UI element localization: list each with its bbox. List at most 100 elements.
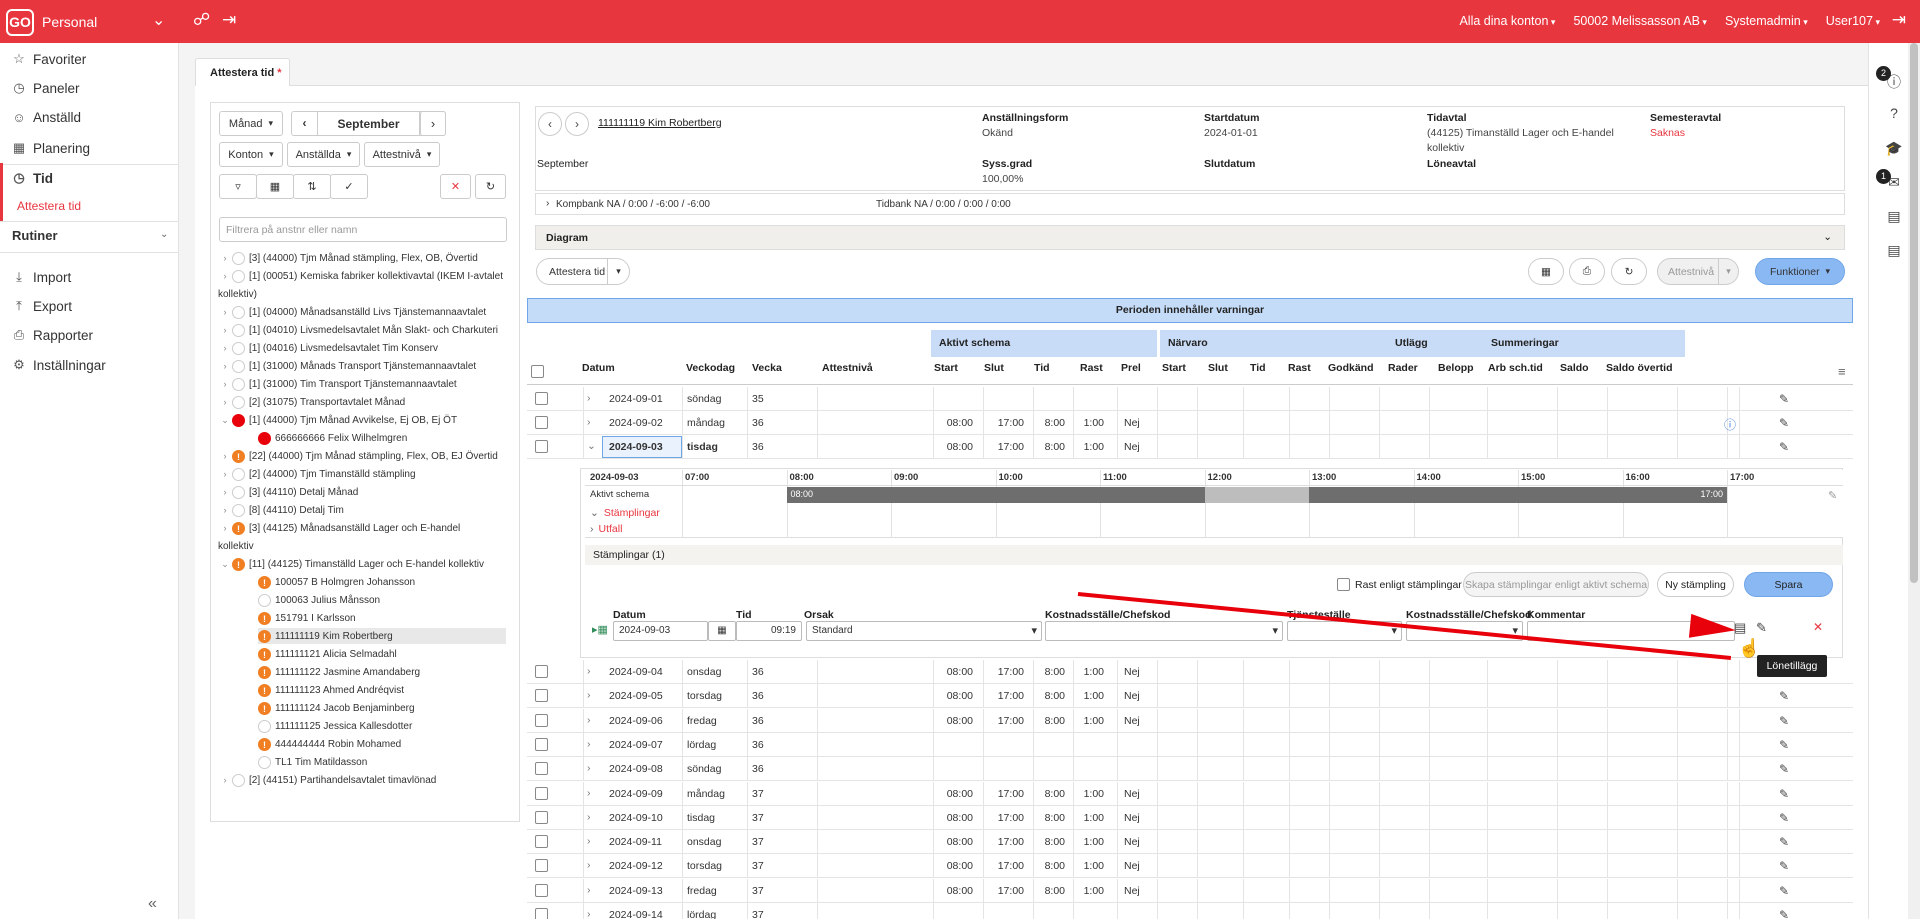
- sidebar-item-anstalld[interactable]: ☺ Anställd: [12, 110, 81, 125]
- row-checkbox[interactable]: [535, 392, 548, 405]
- tree-item[interactable]: › [1] (04000) Månadsanställd Livs Tjänste…: [218, 304, 486, 320]
- column-header[interactable]: Arb sch.tid: [1488, 362, 1543, 384]
- row-checkbox[interactable]: [535, 689, 548, 703]
- lifebuoy-icon[interactable]: ☍: [193, 10, 210, 30]
- stamp-time-input[interactable]: 09:19: [736, 621, 802, 641]
- diagram-bar[interactable]: Diagram ⌄: [535, 225, 1845, 250]
- konton-filter[interactable]: Konton: [219, 142, 283, 167]
- chevron-right-icon[interactable]: ›: [420, 111, 446, 136]
- tree-item[interactable]: › [2] (44000) Tjm Timanställd stämpling: [218, 466, 416, 482]
- tree-item[interactable]: ! 111111121 Alicia Selmadahl: [258, 646, 397, 662]
- chevron-right-icon[interactable]: ›: [587, 859, 591, 871]
- accounts-menu[interactable]: Alla dina konton: [1459, 14, 1555, 28]
- row-checkbox[interactable]: [535, 665, 548, 678]
- tree-item[interactable]: ! 111111119 Kim Robertberg: [258, 628, 506, 644]
- help-icon[interactable]: ?: [1884, 105, 1904, 125]
- employee-link[interactable]: 111111119 Kim Robertberg: [598, 117, 722, 129]
- kostnadsstalle-select[interactable]: [1045, 621, 1283, 641]
- sidebar-item-paneler[interactable]: ◷ Paneler: [12, 80, 79, 96]
- chevron-right-icon[interactable]: ›: [218, 775, 232, 785]
- user-menu[interactable]: User107: [1826, 14, 1880, 28]
- chevron-right-icon[interactable]: ›: [218, 523, 232, 533]
- column-header[interactable]: Godkänd: [1328, 362, 1374, 384]
- spara-button[interactable]: Spara: [1744, 572, 1833, 597]
- chevron-right-icon[interactable]: ›: [587, 738, 591, 750]
- logout-icon[interactable]: ⇥: [1892, 10, 1906, 30]
- filter-icon[interactable]: ▿: [219, 174, 257, 199]
- row-checkbox[interactable]: [535, 416, 548, 429]
- chevron-right-icon[interactable]: ›: [587, 762, 591, 774]
- info-icon[interactable]: ⓘ: [1724, 416, 1736, 433]
- document-icon[interactable]: ▤: [1884, 208, 1904, 228]
- clear-icon[interactable]: ✕: [440, 174, 471, 199]
- tree-item[interactable]: › [8] (44110) Detalj Tim: [218, 502, 344, 518]
- check-circle-icon[interactable]: ✓: [330, 174, 368, 199]
- sign-out-icon[interactable]: ⇥: [222, 10, 236, 30]
- row-checkbox[interactable]: [535, 883, 548, 897]
- edit-pencil-icon[interactable]: ✎: [1779, 859, 1789, 873]
- previous-employee-icon[interactable]: ‹: [538, 112, 562, 136]
- ny-stampling-button[interactable]: Ny stämpling: [1657, 572, 1734, 597]
- print-icon[interactable]: ⎙: [1569, 258, 1605, 285]
- column-header[interactable]: Rader: [1388, 362, 1418, 384]
- tree-item[interactable]: ›! [3] (44125) Månadsanställd Lager och E…: [218, 520, 460, 536]
- row-checkbox[interactable]: [535, 786, 548, 800]
- chevron-down-icon[interactable]: ▾: [1718, 259, 1738, 284]
- chevron-right-icon[interactable]: ›: [587, 908, 591, 919]
- table-row[interactable]: › 2024-09-01 söndag 35 ✎: [527, 387, 1853, 411]
- chevron-right-icon[interactable]: ›: [218, 397, 232, 407]
- sidebar-item-import[interactable]: ⤓ Import: [12, 269, 71, 285]
- table-row[interactable]: › 2024-09-06 fredag 36 08:00 17:00 8:00 1:00 Nej…: [527, 708, 1853, 733]
- tree-item[interactable]: › [1] (04010) Livsmedelsavtalet Mån Slakt…: [218, 322, 498, 338]
- calendar-icon[interactable]: ▦: [1528, 258, 1564, 285]
- orsak-select[interactable]: Standard: [806, 621, 1042, 641]
- chevron-down-icon[interactable]: ⌄: [218, 559, 232, 570]
- stamp-date-input[interactable]: 2024-09-03: [613, 621, 708, 641]
- edit-pencil-icon[interactable]: ✎: [1779, 689, 1789, 703]
- table-row[interactable]: › 2024-09-14 lördag 37 ✎: [527, 903, 1853, 919]
- refresh-icon[interactable]: ↻: [475, 174, 506, 199]
- table-row[interactable]: › 2024-09-13 fredag 37 08:00 17:00 8:00 1:00 Nej…: [527, 878, 1853, 903]
- row-checkbox[interactable]: [535, 737, 548, 751]
- refresh-icon[interactable]: ↻: [1611, 258, 1647, 285]
- edit-pencil-icon[interactable]: ✎: [1779, 908, 1789, 919]
- table-row[interactable]: › 2024-09-08 söndag 36 ✎: [527, 757, 1853, 782]
- chevron-down-icon[interactable]: ⌄: [218, 415, 232, 426]
- chevron-right-icon[interactable]: ›: [218, 505, 232, 515]
- sidebar-item-favoriter[interactable]: ☆ Favoriter: [12, 51, 86, 67]
- chevron-down-icon[interactable]: ⌄: [152, 10, 165, 30]
- chevron-right-icon[interactable]: ›: [587, 835, 591, 847]
- row-checkbox[interactable]: [535, 713, 548, 727]
- tab-attestera-tid[interactable]: Attestera tid *: [195, 58, 290, 86]
- edit-pencil-icon[interactable]: ✎: [1779, 835, 1789, 849]
- chevron-right-icon[interactable]: ›: [218, 379, 232, 389]
- chevron-right-icon[interactable]: ›: [218, 469, 232, 479]
- column-menu-icon[interactable]: ≡: [1838, 364, 1846, 379]
- report-icon[interactable]: ▤: [1884, 242, 1904, 262]
- sidebar-section-rutiner[interactable]: Rutiner: [12, 228, 58, 243]
- chevron-down-icon[interactable]: ⌄: [587, 440, 596, 452]
- tree-item[interactable]: › [1] (00051) Kemiska fabriker kollektiva…: [218, 268, 503, 284]
- row-checkbox[interactable]: [535, 835, 548, 849]
- tree-item[interactable]: › [1] (31000) Tim Transport Tjänstemannaa…: [218, 376, 457, 392]
- sidebar-item-rapporter[interactable]: ⎙ Rapporter: [12, 327, 93, 343]
- column-header[interactable]: Tid: [1250, 362, 1266, 384]
- chevron-right-icon[interactable]: ›: [218, 307, 232, 317]
- gantt-utfall-toggle[interactable]: › Utfall: [590, 523, 622, 535]
- edit-pencil-icon[interactable]: ✎: [1828, 489, 1837, 502]
- column-header[interactable]: Slut: [984, 362, 1004, 384]
- chevron-down-icon[interactable]: ▾: [607, 259, 629, 284]
- tree-item[interactable]: 100063 Julius Månsson: [258, 592, 380, 608]
- chevron-left-icon[interactable]: ‹: [292, 112, 318, 135]
- employee-filter-input[interactable]: Filtrera på anstnr eller namn: [219, 217, 507, 242]
- attestniva-filter[interactable]: Attestnivå: [364, 142, 440, 167]
- funktioner-button[interactable]: Funktioner ▾: [1755, 258, 1845, 285]
- chevron-right-icon[interactable]: ›: [218, 487, 232, 497]
- tree-item[interactable]: ! 111111122 Jasmine Amandaberg: [258, 664, 420, 680]
- chevron-right-icon[interactable]: ›: [218, 451, 232, 461]
- tree-item[interactable]: ⌄ [1] (44000) Tjm Månad Avvikelse, Ej OB,…: [218, 412, 457, 428]
- table-row[interactable]: › 2024-09-05 torsdag 36 08:00 17:00 8:00 1:00 Ne…: [527, 684, 1853, 709]
- row-checkbox[interactable]: [535, 762, 548, 776]
- chevron-right-icon[interactable]: ›: [587, 714, 591, 726]
- attestniva-button[interactable]: Attestnivå ▾: [1657, 258, 1739, 285]
